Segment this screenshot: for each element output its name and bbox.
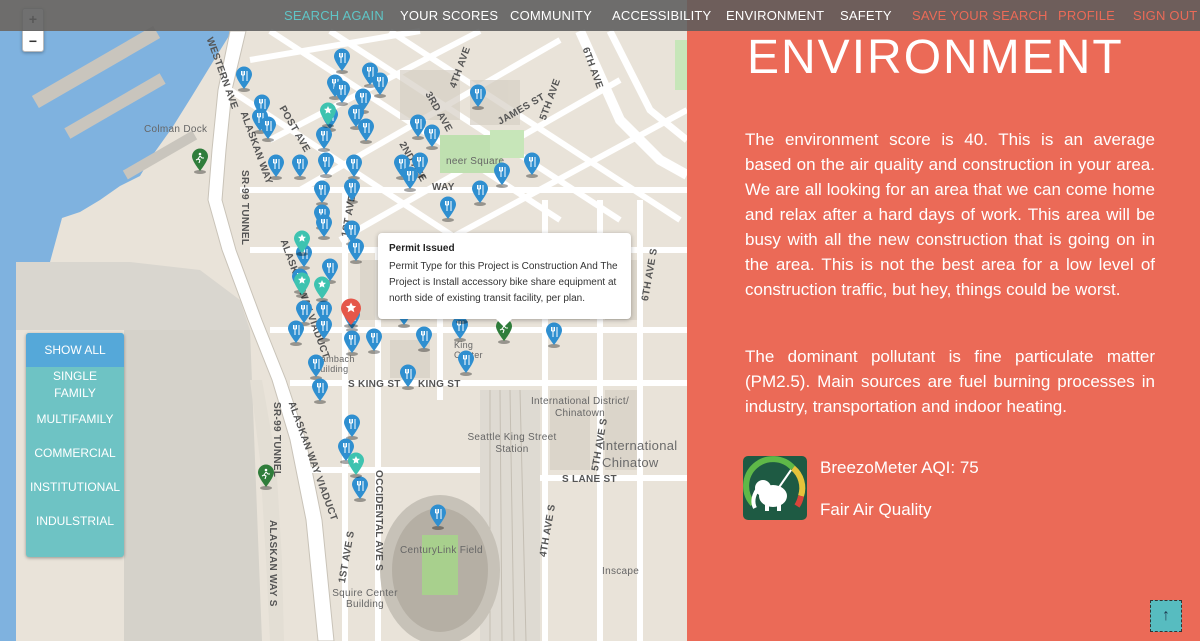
restaurant-marker[interactable] <box>317 152 335 178</box>
restaurant-marker[interactable] <box>471 180 489 206</box>
map-label-seattle-king-street-station: Seattle King Street Station <box>467 432 557 455</box>
zoom-out-button[interactable]: − <box>23 30 43 51</box>
filter-show-all[interactable]: SHOW ALL <box>26 333 124 367</box>
restaurant-marker[interactable] <box>287 320 305 346</box>
restaurant-marker[interactable] <box>307 354 325 380</box>
restaurant-marker[interactable] <box>469 84 487 110</box>
filter-single-family[interactable]: SINGLE FAMILY <box>26 368 124 402</box>
map-label-inscape: Inscape <box>602 566 640 577</box>
nav-profile[interactable]: PROFILE <box>1058 8 1115 23</box>
filter-institutional[interactable]: INSTITUTIONAL <box>26 470 124 504</box>
nav-search-again[interactable]: SEARCH AGAIN <box>284 8 384 23</box>
map-label-century-link: CenturyLink Field <box>400 545 483 556</box>
restaurant-marker[interactable] <box>347 238 365 264</box>
aqi-value: BreezoMeter AQI: 75 <box>820 458 979 477</box>
restaurant-marker[interactable] <box>371 72 389 98</box>
restaurant-marker[interactable] <box>401 166 419 192</box>
nav-safety[interactable]: SAFETY <box>840 8 892 23</box>
popup-tip <box>496 319 512 327</box>
restaurant-marker[interactable] <box>333 80 351 106</box>
restaurant-marker[interactable] <box>343 414 361 440</box>
scroll-to-top-button[interactable]: ↑ <box>1150 600 1182 632</box>
nav-sign-out[interactable]: SIGN OUT <box>1133 8 1197 23</box>
restaurant-marker[interactable] <box>345 154 363 180</box>
nav-save-your-search[interactable]: SAVE YOUR SEARCH <box>912 8 1048 23</box>
restaurant-marker[interactable] <box>457 350 475 376</box>
restaurant-marker[interactable] <box>311 378 329 404</box>
restaurant-marker[interactable] <box>523 152 541 178</box>
restaurant-marker[interactable] <box>545 322 563 348</box>
restaurant-marker[interactable] <box>313 180 331 206</box>
map-label-international-chinatown: International Chinatow <box>602 438 678 470</box>
restaurant-marker[interactable] <box>493 162 511 188</box>
environment-score-paragraph: The environment score is 40. This is an … <box>745 130 1155 299</box>
restaurant-marker[interactable] <box>343 330 361 356</box>
restaurant-marker[interactable] <box>315 316 333 342</box>
restaurant-marker[interactable] <box>235 66 253 92</box>
map-label-s-king-st: S KING ST <box>348 379 401 390</box>
permit-popup: Permit Issued Permit Type for this Proje… <box>378 233 631 327</box>
restaurant-marker[interactable] <box>315 214 333 240</box>
restaurant-marker[interactable] <box>333 48 351 74</box>
popup-body: Permit Type for this Project is Construc… <box>389 261 618 304</box>
filter-commercial[interactable]: COMMERCIAL <box>26 436 124 470</box>
favorite-marker[interactable] <box>293 230 311 256</box>
nav-environment[interactable]: ENVIRONMENT <box>726 8 824 23</box>
map-label-alaskan-way-s: ALASKAN WAY S <box>267 520 278 607</box>
restaurant-marker[interactable] <box>365 328 383 354</box>
restaurant-marker[interactable] <box>429 504 447 530</box>
favorite-marker[interactable] <box>347 452 365 478</box>
restaurant-marker[interactable] <box>423 124 441 150</box>
air-quality-label: Fair Air Quality <box>820 500 932 519</box>
property-filter-panel: SHOW ALL SINGLE FAMILY MULTIFAMILY COMME… <box>26 333 124 557</box>
restaurant-marker[interactable] <box>267 154 285 180</box>
recreation-marker[interactable] <box>257 464 275 490</box>
breezometer-logo <box>743 456 807 520</box>
restaurant-marker[interactable] <box>399 364 417 390</box>
recreation-marker[interactable] <box>191 148 209 174</box>
map-label-occidental-ave-s: OCCIDENTAL AVE S <box>373 470 384 572</box>
map-label-intl-district: International District/ Chinatown <box>530 396 630 419</box>
favorite-marker[interactable] <box>313 276 331 302</box>
restaurant-marker[interactable] <box>315 126 333 152</box>
map-label-colman-dock: Colman Dock <box>144 124 208 135</box>
map-label-squire-center: Squire Center Building <box>332 588 398 610</box>
restaurant-marker[interactable] <box>415 326 433 352</box>
map-label-king-st: KING ST <box>418 379 461 390</box>
restaurant-marker[interactable] <box>351 476 369 502</box>
environment-panel: ENVIRONMENT The environment score is 40.… <box>687 0 1200 641</box>
selected-permit-marker[interactable] <box>340 298 362 328</box>
restaurant-marker[interactable] <box>357 118 375 144</box>
restaurant-marker[interactable] <box>259 116 277 142</box>
page-title: ENVIRONMENT <box>747 31 1124 84</box>
map-label-sr99-tunnel: SR-99 TUNNEL <box>239 170 250 246</box>
filter-multifamily[interactable]: MULTIFAMILY <box>26 402 124 436</box>
popup-title: Permit Issued <box>389 243 455 254</box>
restaurant-marker[interactable] <box>291 154 309 180</box>
filter-industrial[interactable]: INDULSTRIAL <box>26 504 124 538</box>
top-navigation: SEARCH AGAIN YOUR SCORES COMMUNITY ACCES… <box>0 0 1200 31</box>
restaurant-marker[interactable] <box>343 178 361 204</box>
nav-accessibility[interactable]: ACCESSIBILITY <box>612 8 711 23</box>
nav-your-scores[interactable]: YOUR SCORES <box>400 8 498 23</box>
restaurant-marker[interactable] <box>439 196 457 222</box>
favorite-marker[interactable] <box>293 272 311 298</box>
nav-community[interactable]: COMMUNITY <box>510 8 592 23</box>
pollutant-paragraph: The dominant pollutant is fine particula… <box>745 347 1155 416</box>
map-label-s-lane-st: S LANE ST <box>562 474 617 485</box>
map-label-way: WAY <box>432 182 455 193</box>
map-view[interactable]: WESTERN AVE ALASKAN WAY ALASKAN WAY VIAD… <box>0 0 687 641</box>
favorite-marker[interactable] <box>319 102 337 128</box>
